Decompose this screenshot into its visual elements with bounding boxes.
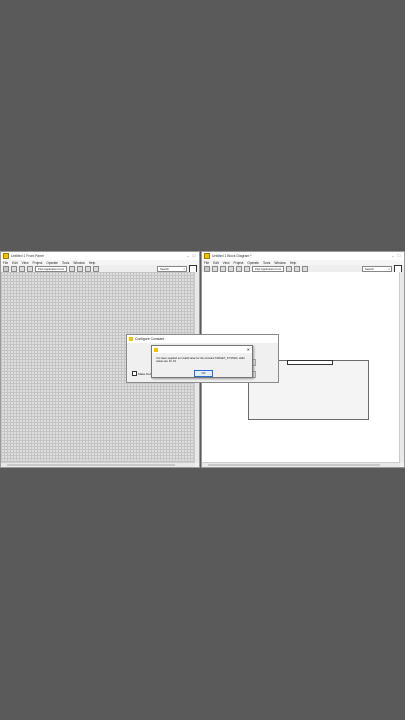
menu-help[interactable]: Help xyxy=(290,261,297,265)
menu-file[interactable]: File xyxy=(204,261,209,265)
menu-file[interactable]: File xyxy=(3,261,8,265)
menu-window[interactable]: Window xyxy=(73,261,84,265)
abort-icon[interactable] xyxy=(19,265,25,272)
menu-operate[interactable]: Operate xyxy=(46,261,58,265)
alert-message: You have supplied an invalid value for t… xyxy=(156,357,245,364)
menu-view[interactable]: View xyxy=(223,261,230,265)
menu-project[interactable]: Project xyxy=(33,261,43,265)
window-title: Untitled 1 Front Panel xyxy=(11,254,44,258)
menu-window[interactable]: Window xyxy=(274,261,285,265)
search-placeholder: Search xyxy=(160,266,169,271)
search-icon[interactable]: ⌕ xyxy=(388,267,390,271)
horizontal-scrollbar[interactable] xyxy=(1,462,195,467)
checkbox-box[interactable] xyxy=(132,371,137,376)
search-placeholder: Search xyxy=(365,266,374,271)
horizontal-scrollbar[interactable] xyxy=(202,462,400,467)
ok-button[interactable]: OK xyxy=(194,370,213,377)
reorder-icon[interactable] xyxy=(302,265,309,272)
vertical-scrollbar[interactable] xyxy=(399,272,404,463)
scroll-thumb[interactable] xyxy=(7,464,175,466)
menu-tools[interactable]: Tools xyxy=(62,261,69,265)
error-alert-dialog: ✕ You have supplied an invalid value for… xyxy=(151,345,253,378)
run-arrow-icon[interactable] xyxy=(204,265,210,272)
labview-icon xyxy=(129,337,133,341)
labview-icon xyxy=(204,253,210,259)
menu-view[interactable]: View xyxy=(22,261,29,265)
menu-project[interactable]: Project xyxy=(234,261,244,265)
window-title: Untitled 1 Block Diagram * xyxy=(212,254,252,258)
maximize-icon[interactable]: □ xyxy=(191,252,197,260)
menu-tools[interactable]: Tools xyxy=(263,261,270,265)
title-bar[interactable]: Untitled 1 Front Panel – □ xyxy=(1,252,199,260)
highlight-execution-icon[interactable] xyxy=(236,265,242,272)
menu-edit[interactable]: Edit xyxy=(213,261,219,265)
reorder-icon[interactable] xyxy=(93,265,100,272)
search-input[interactable]: Search ⌕ xyxy=(362,265,392,272)
pause-icon[interactable] xyxy=(27,265,33,272)
align-icon[interactable] xyxy=(69,265,76,272)
menu-help[interactable]: Help xyxy=(89,261,96,265)
dialog-title-bar[interactable]: Configure Constant xyxy=(127,335,278,343)
run-arrow-icon[interactable] xyxy=(3,265,9,272)
distribute-icon[interactable] xyxy=(77,265,84,272)
pause-icon[interactable] xyxy=(228,265,234,272)
menu-edit[interactable]: Edit xyxy=(12,261,18,265)
distribute-icon[interactable] xyxy=(294,265,301,272)
font-select[interactable]: 15pt Application Font xyxy=(35,265,68,272)
abort-icon[interactable] xyxy=(220,265,226,272)
search-input[interactable]: Search ⌕ xyxy=(157,265,187,272)
alert-title-bar[interactable]: ✕ xyxy=(152,346,252,353)
labview-icon xyxy=(154,347,158,352)
dialog-title: Configure Constant xyxy=(135,337,165,341)
align-icon[interactable] xyxy=(286,265,293,272)
menu-operate[interactable]: Operate xyxy=(247,261,259,265)
title-bar[interactable]: Untitled 1 Block Diagram * – □ xyxy=(202,252,404,260)
constant-label[interactable] xyxy=(287,360,333,365)
screen: { "left_window": { "title": "Untitled 1 … xyxy=(0,0,405,720)
scroll-thumb[interactable] xyxy=(208,464,380,466)
close-icon[interactable]: ✕ xyxy=(247,346,250,353)
step-icon[interactable] xyxy=(244,265,250,272)
maximize-icon[interactable]: □ xyxy=(396,252,402,260)
resize-icon[interactable] xyxy=(85,265,92,272)
run-continuously-icon[interactable] xyxy=(11,265,17,272)
run-continuously-icon[interactable] xyxy=(212,265,218,272)
search-icon[interactable]: ⌕ xyxy=(183,267,185,271)
labview-icon xyxy=(3,253,9,259)
font-select[interactable]: 15pt Application Font xyxy=(252,265,285,272)
